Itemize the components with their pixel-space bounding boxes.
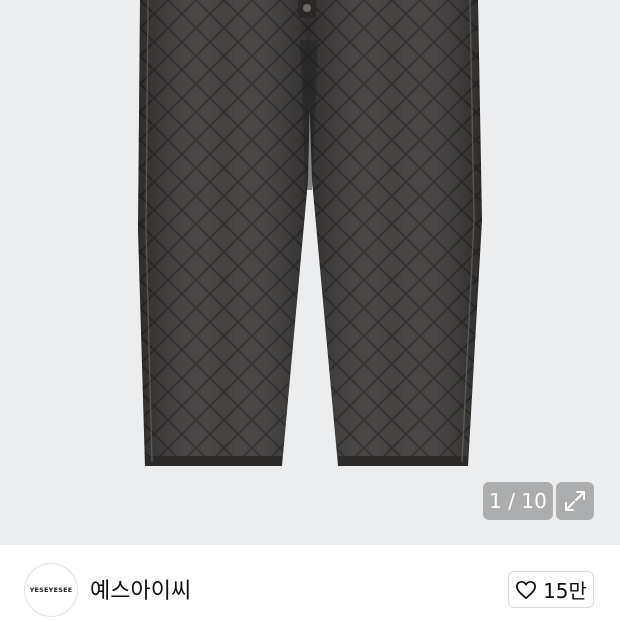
product-image-jeans xyxy=(138,0,482,466)
brand-logo[interactable]: YESEYESEE xyxy=(24,563,78,617)
brand-logo-text: YESEYESEE xyxy=(29,586,73,594)
like-count: 15만 xyxy=(543,579,587,603)
product-image-gallery[interactable]: 1 / 10 xyxy=(0,0,620,545)
expand-icon xyxy=(565,491,585,511)
image-counter: 1 / 10 xyxy=(483,482,553,520)
expand-button[interactable] xyxy=(556,482,594,520)
brand-name[interactable]: 예스아이씨 xyxy=(90,573,191,605)
heart-outline-icon xyxy=(516,580,537,599)
like-button[interactable]: 15만 xyxy=(508,571,594,608)
